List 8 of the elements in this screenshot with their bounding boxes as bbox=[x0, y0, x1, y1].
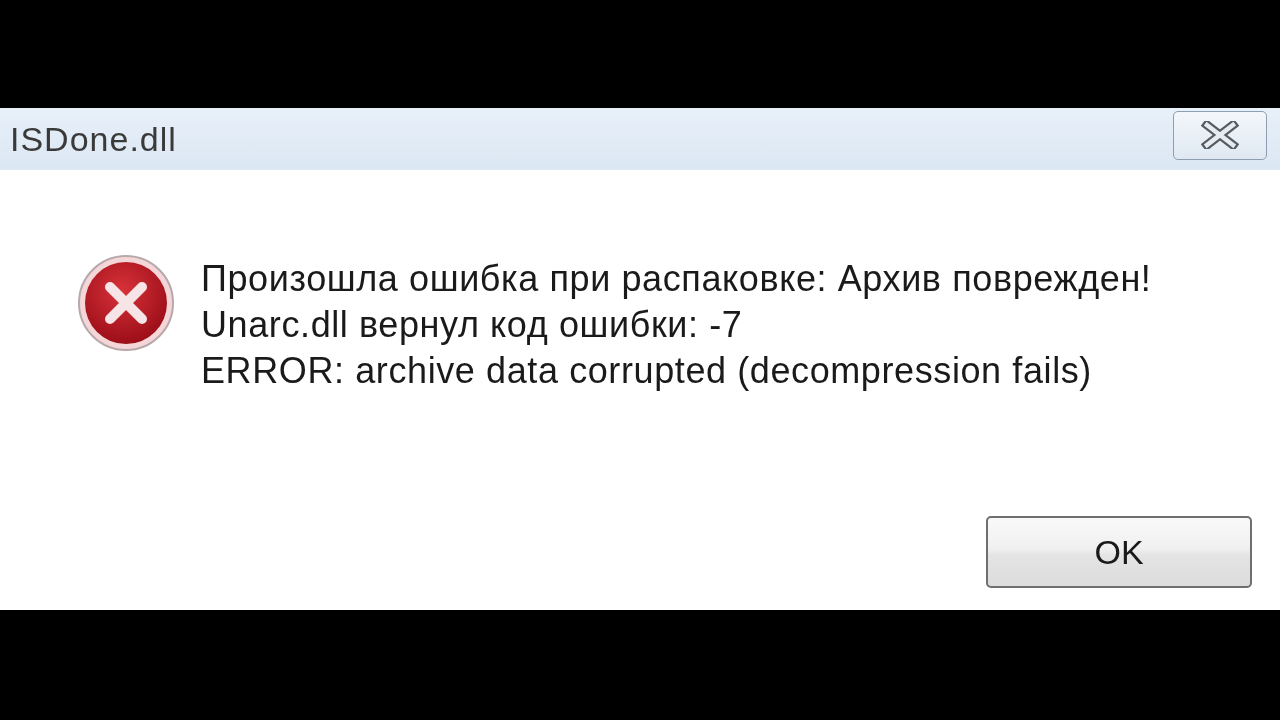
message-line: ERROR: archive data corrupted (decompression fails) bbox=[201, 349, 1093, 393]
window-title: ISDone.dll bbox=[10, 119, 177, 159]
error-icon bbox=[77, 254, 175, 352]
message-line: Unarc.dll вернул код ошибки: -7 bbox=[201, 303, 744, 347]
close-button[interactable] bbox=[1173, 110, 1267, 160]
ok-button[interactable]: OK bbox=[986, 516, 1252, 588]
message-line: Произошла ошибка при распаковке: Архив поврежден! bbox=[201, 257, 1152, 301]
close-icon bbox=[1201, 121, 1239, 149]
